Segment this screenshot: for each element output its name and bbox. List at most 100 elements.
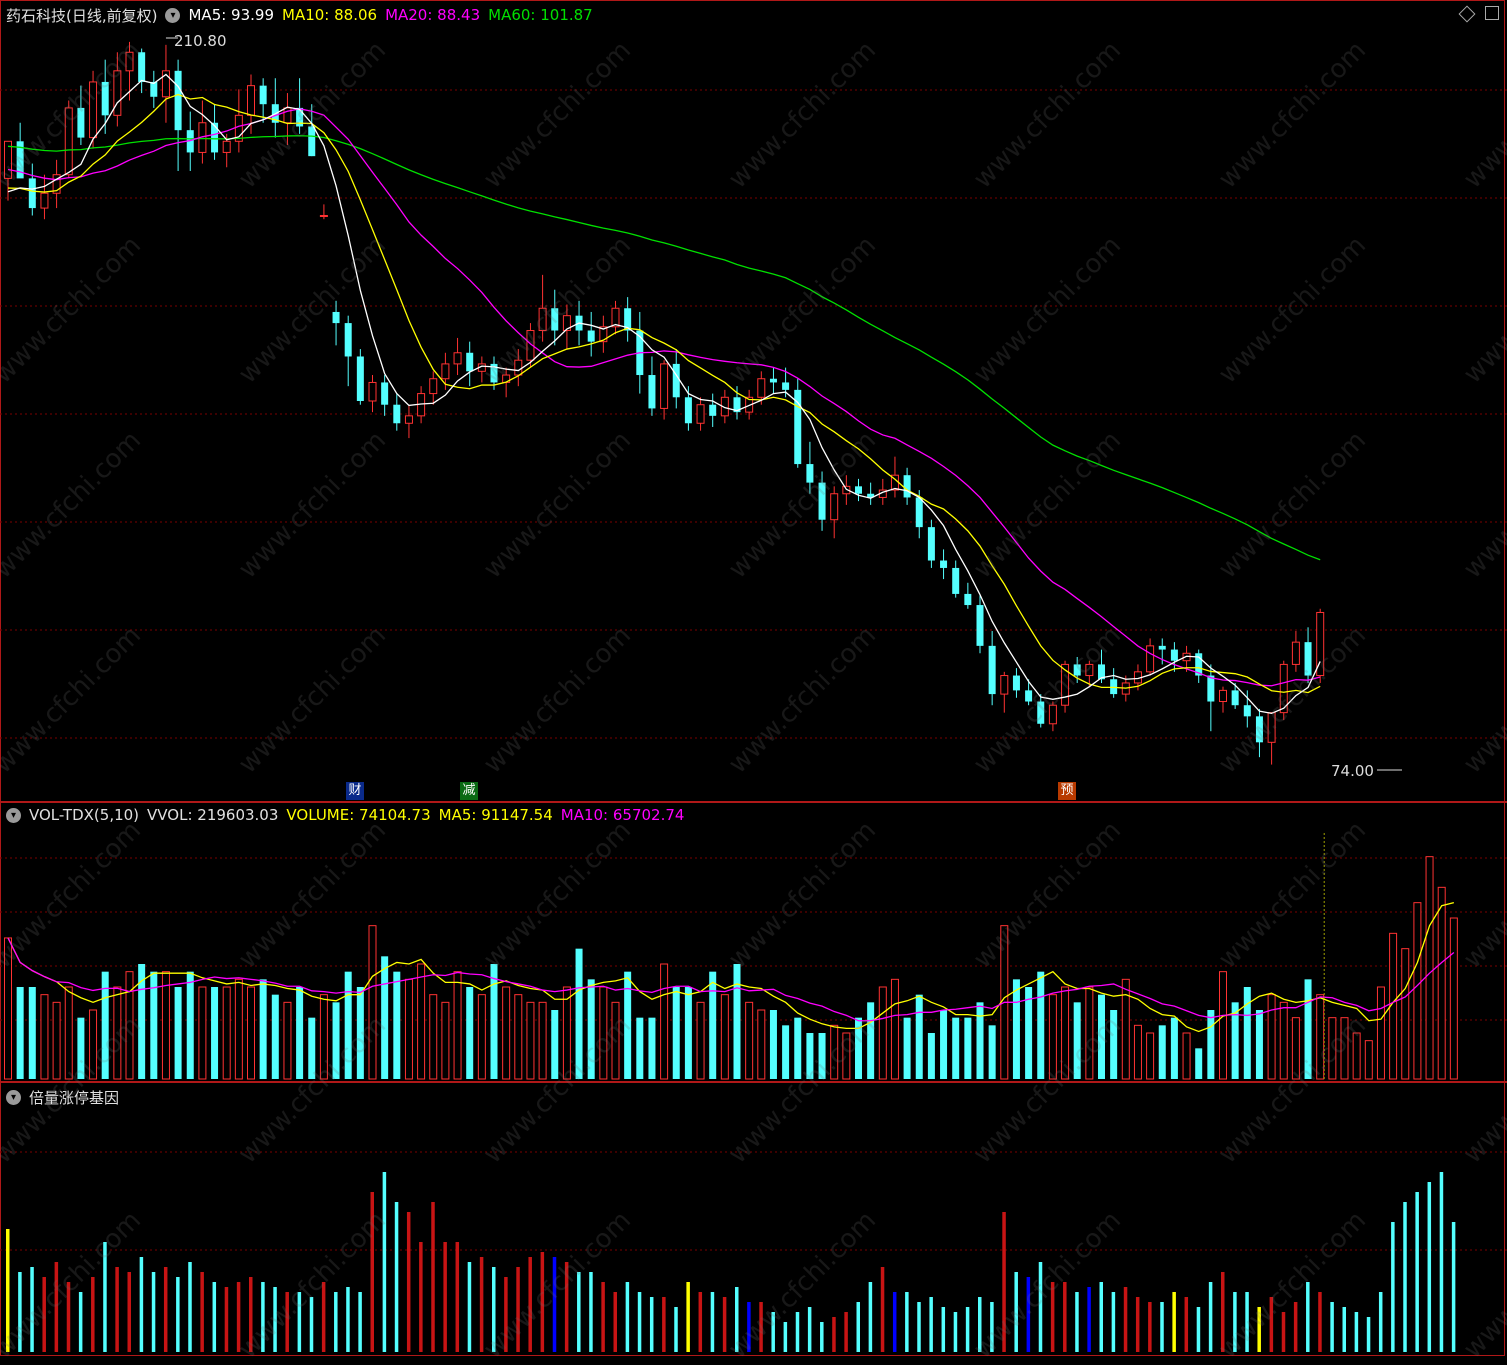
gene-bar: [273, 1287, 277, 1352]
gene-bar: [577, 1272, 581, 1352]
candle-up: [113, 70, 122, 116]
forecast-tag[interactable]: 预: [1058, 782, 1076, 800]
gene-bar: [1038, 1262, 1043, 1352]
gene-bar: [1306, 1282, 1310, 1352]
gene-bar: [783, 1322, 788, 1352]
gene-bar: [261, 1282, 265, 1352]
volume-bar-down: [684, 987, 692, 1079]
gene-bar: [394, 1202, 399, 1352]
volume-bar-down: [1073, 1002, 1081, 1079]
gene-bar: [66, 1282, 71, 1352]
gene-bar: [309, 1297, 314, 1352]
candle-up: [404, 415, 413, 424]
volume-bar-down: [296, 987, 304, 1079]
candle-down: [587, 330, 595, 342]
gene-bar: [844, 1312, 848, 1352]
volume-bar-down: [648, 1017, 656, 1079]
gene-bar: [1014, 1272, 1018, 1352]
volume-bar-down: [28, 987, 36, 1079]
gene-indicator-name: 倍量涨停基因: [29, 1088, 120, 1107]
candle-down: [855, 486, 862, 494]
candle-down: [466, 352, 474, 372]
candle-down: [551, 308, 559, 331]
gene-bar: [1123, 1287, 1128, 1352]
volume-bar-up: [453, 971, 462, 1080]
gene-bar: [285, 1292, 289, 1352]
candle-down: [927, 527, 935, 561]
volume-bar-down: [940, 1010, 948, 1079]
volume-bar-down: [174, 987, 182, 1079]
volume-bar-up: [842, 1032, 851, 1080]
price-pane-header: 药石科技(日线,前复权) ▾ MA5: 93.99 MA10: 88.06 MA…: [6, 5, 601, 25]
gene-bar: [1451, 1222, 1456, 1352]
gene-bar: [917, 1302, 921, 1352]
volume-bar-up: [526, 1001, 535, 1080]
gene-bar: [78, 1292, 83, 1352]
candle-up: [830, 493, 839, 521]
gene-bar: [540, 1252, 545, 1352]
candle-down: [1207, 675, 1215, 702]
volume-bar-up: [1219, 971, 1227, 1080]
gene-bar: [832, 1317, 836, 1352]
gene-bar: [455, 1242, 460, 1352]
volume-bar-down: [1207, 1010, 1215, 1079]
volume-bar-up: [441, 1001, 450, 1080]
volume-bar-up: [1291, 1017, 1300, 1080]
gene-bar: [163, 1267, 168, 1352]
gene-bar: [443, 1242, 447, 1352]
gene-bar: [759, 1302, 763, 1352]
volume-bar-up: [477, 994, 486, 1080]
maximize-icon[interactable]: [1485, 6, 1499, 20]
candle-down: [903, 475, 911, 498]
gene-bar: [419, 1242, 423, 1352]
volume-bar-down: [952, 1017, 960, 1079]
volume-bar-down: [733, 964, 741, 1079]
volume-bar-down: [976, 1002, 984, 1079]
candle-down: [1170, 649, 1178, 661]
candle-down: [782, 382, 790, 390]
volume-bar-up: [1316, 994, 1325, 1080]
ma5-readout: MA5: 93.99: [188, 6, 274, 24]
gene-bar: [1245, 1292, 1249, 1352]
candle-down: [77, 107, 85, 138]
gene-bar: [1208, 1282, 1213, 1352]
volume-bar-up: [89, 1009, 98, 1080]
earnings-tag[interactable]: 财: [346, 782, 364, 800]
vol-ma10-readout: MA10: 65702.74: [560, 806, 685, 824]
candle-up: [1219, 689, 1227, 703]
gene-bar: [6, 1229, 10, 1352]
gene-bar: [1293, 1302, 1298, 1352]
reduction-tag[interactable]: 减: [460, 782, 478, 800]
volume-bar-up: [1376, 986, 1385, 1080]
ma20-readout: MA20: 88.43: [385, 6, 481, 24]
volume-bar-down: [490, 964, 498, 1079]
gene-bar: [176, 1277, 180, 1352]
gene-bar: [467, 1262, 472, 1352]
gene-bar: [431, 1202, 435, 1352]
candle-up: [453, 352, 462, 365]
gene-bar: [91, 1277, 95, 1352]
settings-toggle-icon[interactable]: ▾: [165, 7, 181, 23]
candle-up: [125, 51, 134, 72]
volume-bar-up: [1437, 886, 1446, 1080]
volume-bar-down: [356, 987, 364, 1079]
gene-bar: [1221, 1272, 1225, 1352]
gene-bar: [953, 1312, 958, 1352]
gene-bar: [1172, 1292, 1176, 1352]
volume-bar-up: [720, 994, 729, 1080]
volume-bar-up: [1267, 994, 1276, 1080]
volume-bar-down: [186, 971, 194, 1079]
volume-bar-down: [381, 956, 389, 1079]
volume-bar-up: [198, 986, 207, 1080]
volume-bar-up: [429, 994, 438, 1080]
volume-bar-down: [1012, 979, 1020, 1079]
candle-down: [1243, 705, 1251, 717]
gene-bar: [552, 1257, 557, 1352]
volume-bar-up: [1401, 948, 1410, 1080]
volume-bar-down: [575, 948, 583, 1079]
gene-bar: [1196, 1307, 1201, 1352]
gene-bar: [686, 1282, 690, 1352]
volume-bar-up: [404, 978, 413, 1080]
volume-toggle-icon[interactable]: ▾: [6, 807, 21, 823]
gene-toggle-icon[interactable]: ▾: [6, 1089, 21, 1105]
